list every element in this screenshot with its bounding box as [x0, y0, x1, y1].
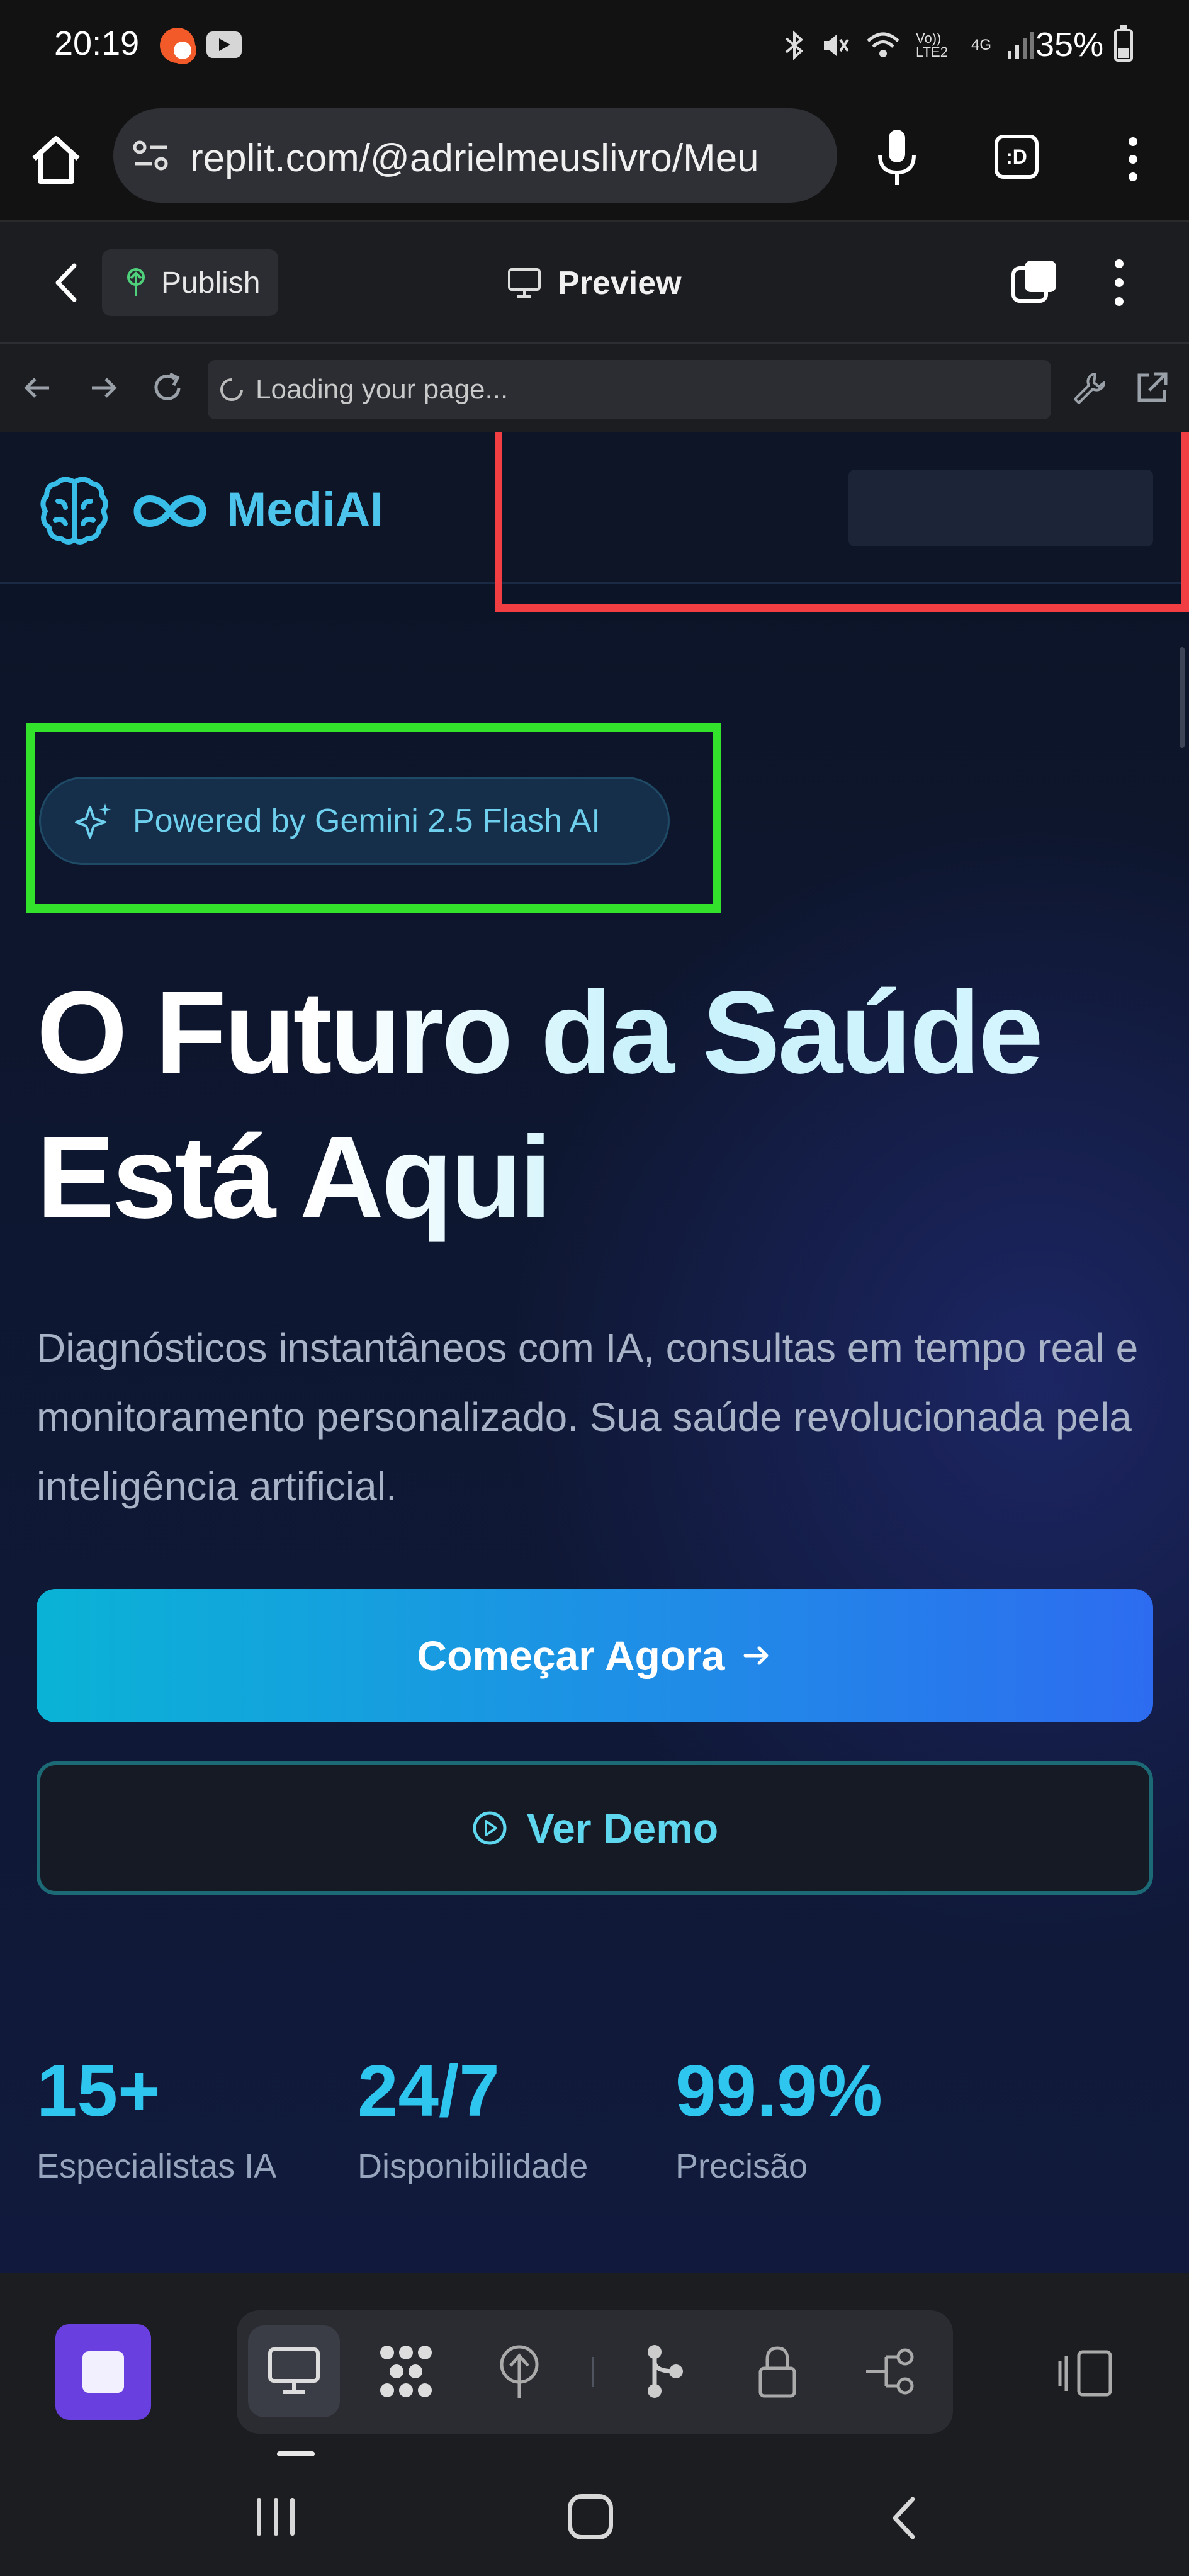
bluetooth-icon	[785, 30, 804, 60]
stat-value: 24/7	[358, 2050, 500, 2132]
publish-button[interactable]: Publish	[102, 249, 278, 316]
preview-tab[interactable]: Preview	[507, 257, 682, 310]
stat-value: 15+	[37, 2050, 161, 2132]
replit-menu-button[interactable]	[1102, 254, 1137, 311]
open-external-icon[interactable]	[1133, 369, 1171, 407]
hero-title-line1: O Futuro da Saúde	[37, 961, 1157, 1105]
url-text[interactable]: replit.com/@adrielmeuslivro/Meu	[190, 136, 826, 181]
wrench-icon[interactable]	[1070, 369, 1108, 407]
secrets-tool-button[interactable]	[731, 2325, 823, 2417]
stop-button[interactable]	[55, 2324, 151, 2420]
red-highlight-box	[495, 432, 1189, 612]
preview-page: MediAI Powered by Gemini 2.5 Flash AI O …	[0, 432, 1189, 2273]
status-time: 20:19	[54, 25, 140, 62]
volte-icon: Vo)) LTE2	[916, 30, 948, 60]
stat-item: 99.9% Precisão	[675, 2050, 882, 2186]
webview-address-text: Loading your page...	[256, 374, 509, 405]
loading-spinner-icon	[220, 378, 243, 401]
arrow-right-icon	[743, 1646, 769, 1665]
replit-bottom-toolbar	[0, 2273, 1189, 2461]
wifi-icon	[867, 32, 899, 57]
connections-icon	[866, 2348, 914, 2395]
mute-icon	[824, 35, 849, 56]
apps-grid-icon	[380, 2346, 432, 2397]
active-tab-indicator	[277, 2451, 315, 2456]
watch-demo-button[interactable]: Ver Demo	[37, 1761, 1153, 1895]
4g-icon: 4G	[971, 37, 992, 54]
lock-icon	[758, 2346, 796, 2398]
back-chevron-icon[interactable]	[48, 261, 86, 305]
monitor-icon	[268, 2347, 320, 2394]
stat-label: Especialistas IA	[37, 2147, 277, 2185]
status-bar: 20:19 Vo)) LTE2 4G 35%	[0, 0, 1189, 89]
hero-title-line2: Está Aqui	[37, 1105, 1157, 1250]
git-tool-button[interactable]	[619, 2325, 711, 2417]
preview-tool-button[interactable]	[248, 2325, 340, 2417]
microphone-icon[interactable]	[875, 127, 919, 188]
play-circle-icon	[473, 1811, 507, 1845]
deploy-tool-button[interactable]	[473, 2325, 565, 2417]
tabs-overview-icon[interactable]	[1010, 257, 1060, 307]
youtube-icon	[206, 31, 242, 58]
preview-label: Preview	[558, 265, 682, 302]
home-button[interactable]	[568, 2494, 613, 2539]
publish-label: Publish	[161, 266, 261, 300]
integrations-tool-button[interactable]	[846, 2325, 938, 2417]
layout-toggle-icon[interactable]	[1057, 2348, 1114, 2398]
workspace-tool-button[interactable]	[360, 2325, 452, 2417]
start-now-button[interactable]: Começar Agora	[37, 1589, 1153, 1722]
webview-address-bar[interactable]: Loading your page...	[208, 360, 1051, 419]
brand-name[interactable]: MediAI	[227, 482, 383, 537]
signal-icon	[1008, 32, 1035, 59]
forward-arrow-icon[interactable]	[84, 369, 122, 407]
reload-icon[interactable]	[149, 369, 186, 407]
site-settings-icon[interactable]	[132, 140, 170, 171]
stat-label: Disponibilidade	[358, 2147, 589, 2185]
infinity-icon	[133, 495, 206, 527]
publish-icon	[127, 268, 145, 296]
stop-icon	[82, 2351, 124, 2393]
sparkles-icon	[75, 803, 111, 839]
monitor-icon	[508, 268, 541, 298]
tool-divider	[592, 2357, 594, 2387]
hero-description: Diagnósticos instantâneos com IA, consul…	[37, 1325, 1139, 1509]
stat-item: 24/7 Disponibilidade	[358, 2050, 588, 2186]
webview-nav: Loading your page...	[0, 344, 1189, 432]
badge-text: Powered by Gemini 2.5 Flash AI	[133, 803, 600, 839]
deploy-icon	[500, 2345, 539, 2398]
stat-label: Precisão	[675, 2147, 808, 2185]
stat-item: 15+ Especialistas IA	[37, 2050, 276, 2186]
replit-toolbar: Publish Preview	[0, 222, 1189, 344]
back-button[interactable]	[885, 2493, 923, 2543]
git-branch-icon	[648, 2345, 683, 2398]
address-bar[interactable]: replit.com/@adrielmeuslivro/Meu	[113, 108, 837, 203]
recent-apps-button[interactable]	[257, 2498, 295, 2536]
back-arrow-icon[interactable]	[19, 369, 57, 407]
home-icon[interactable]	[28, 131, 84, 188]
tab-switcher-button[interactable]: :D	[995, 135, 1039, 179]
android-nav-bar	[0, 2461, 1189, 2576]
status-icons: Vo)) LTE2 4G	[784, 26, 1037, 64]
screen-recorder-icon	[160, 28, 196, 64]
stat-value: 99.9%	[675, 2050, 882, 2132]
browser-menu-button[interactable]	[1115, 131, 1151, 188]
page-scrollbar[interactable]	[1180, 647, 1185, 748]
start-now-label: Começar Agora	[417, 1632, 725, 1679]
brain-icon	[40, 477, 108, 545]
hero-title: O Futuro da Saúde Está Aqui	[37, 961, 1157, 1250]
battery-icon	[1114, 25, 1133, 62]
browser-toolbar: replit.com/@adrielmeuslivro/Meu :D	[0, 89, 1189, 222]
watch-demo-label: Ver Demo	[526, 1805, 719, 1851]
ai-badge: Powered by Gemini 2.5 Flash AI	[39, 777, 670, 865]
battery-percent: 35%	[1035, 26, 1104, 64]
tool-group	[237, 2310, 953, 2434]
